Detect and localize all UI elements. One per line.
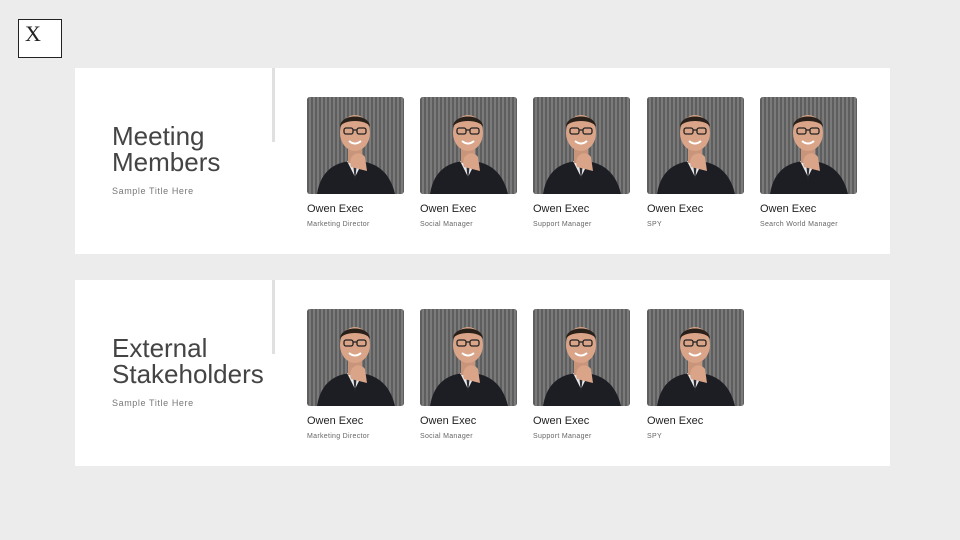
- member-card: Owen Exec SPY: [647, 309, 745, 440]
- member-card: Owen Exec SPY: [647, 97, 745, 228]
- section-title: Meeting Members: [112, 121, 221, 177]
- member-card: Owen Exec Social Manager: [420, 309, 518, 440]
- member-name: Owen Exec: [307, 415, 364, 427]
- member-photo: [420, 309, 517, 406]
- member-card: Owen Exec Support Manager: [533, 309, 631, 440]
- member-card: Owen Exec Support Manager: [533, 97, 631, 228]
- member-name: Owen Exec: [533, 415, 590, 427]
- member-role: Support Manager: [533, 221, 592, 228]
- member-photo: [307, 309, 404, 406]
- external-stakeholders-panel: External Stakeholders Sample Title Here …: [75, 280, 890, 466]
- member-role: Social Manager: [420, 433, 473, 440]
- member-photo: [647, 97, 744, 194]
- member-photo: [647, 309, 744, 406]
- member-name: Owen Exec: [647, 203, 704, 215]
- member-role: SPY: [647, 433, 662, 440]
- member-card: Owen Exec Marketing Director: [307, 97, 405, 228]
- member-name: Owen Exec: [647, 415, 704, 427]
- member-name: Owen Exec: [760, 203, 817, 215]
- section-subtitle: Sample Title Here: [112, 186, 194, 196]
- member-name: Owen Exec: [533, 203, 590, 215]
- member-role: Search World Manager: [760, 221, 838, 228]
- member-role: Marketing Director: [307, 221, 370, 228]
- member-photo: [307, 97, 404, 194]
- member-role: SPY: [647, 221, 662, 228]
- section-subtitle: Sample Title Here: [112, 398, 194, 408]
- member-name: Owen Exec: [420, 415, 477, 427]
- member-photo: [533, 309, 630, 406]
- logo: X: [18, 19, 62, 58]
- member-photo: [760, 97, 857, 194]
- logo-letter: X: [25, 21, 41, 46]
- section-title: External Stakeholders: [112, 333, 264, 389]
- member-photo: [420, 97, 517, 194]
- member-name: Owen Exec: [420, 203, 477, 215]
- member-name: Owen Exec: [307, 203, 364, 215]
- member-role: Marketing Director: [307, 433, 370, 440]
- member-photo: [533, 97, 630, 194]
- meeting-members-panel: Meeting Members Sample Title Here Owen E…: [75, 68, 890, 254]
- member-card: Owen Exec Search World Manager: [760, 97, 858, 228]
- member-card: Owen Exec Social Manager: [420, 97, 518, 228]
- member-role: Support Manager: [533, 433, 592, 440]
- member-role: Social Manager: [420, 221, 473, 228]
- member-card: Owen Exec Marketing Director: [307, 309, 405, 440]
